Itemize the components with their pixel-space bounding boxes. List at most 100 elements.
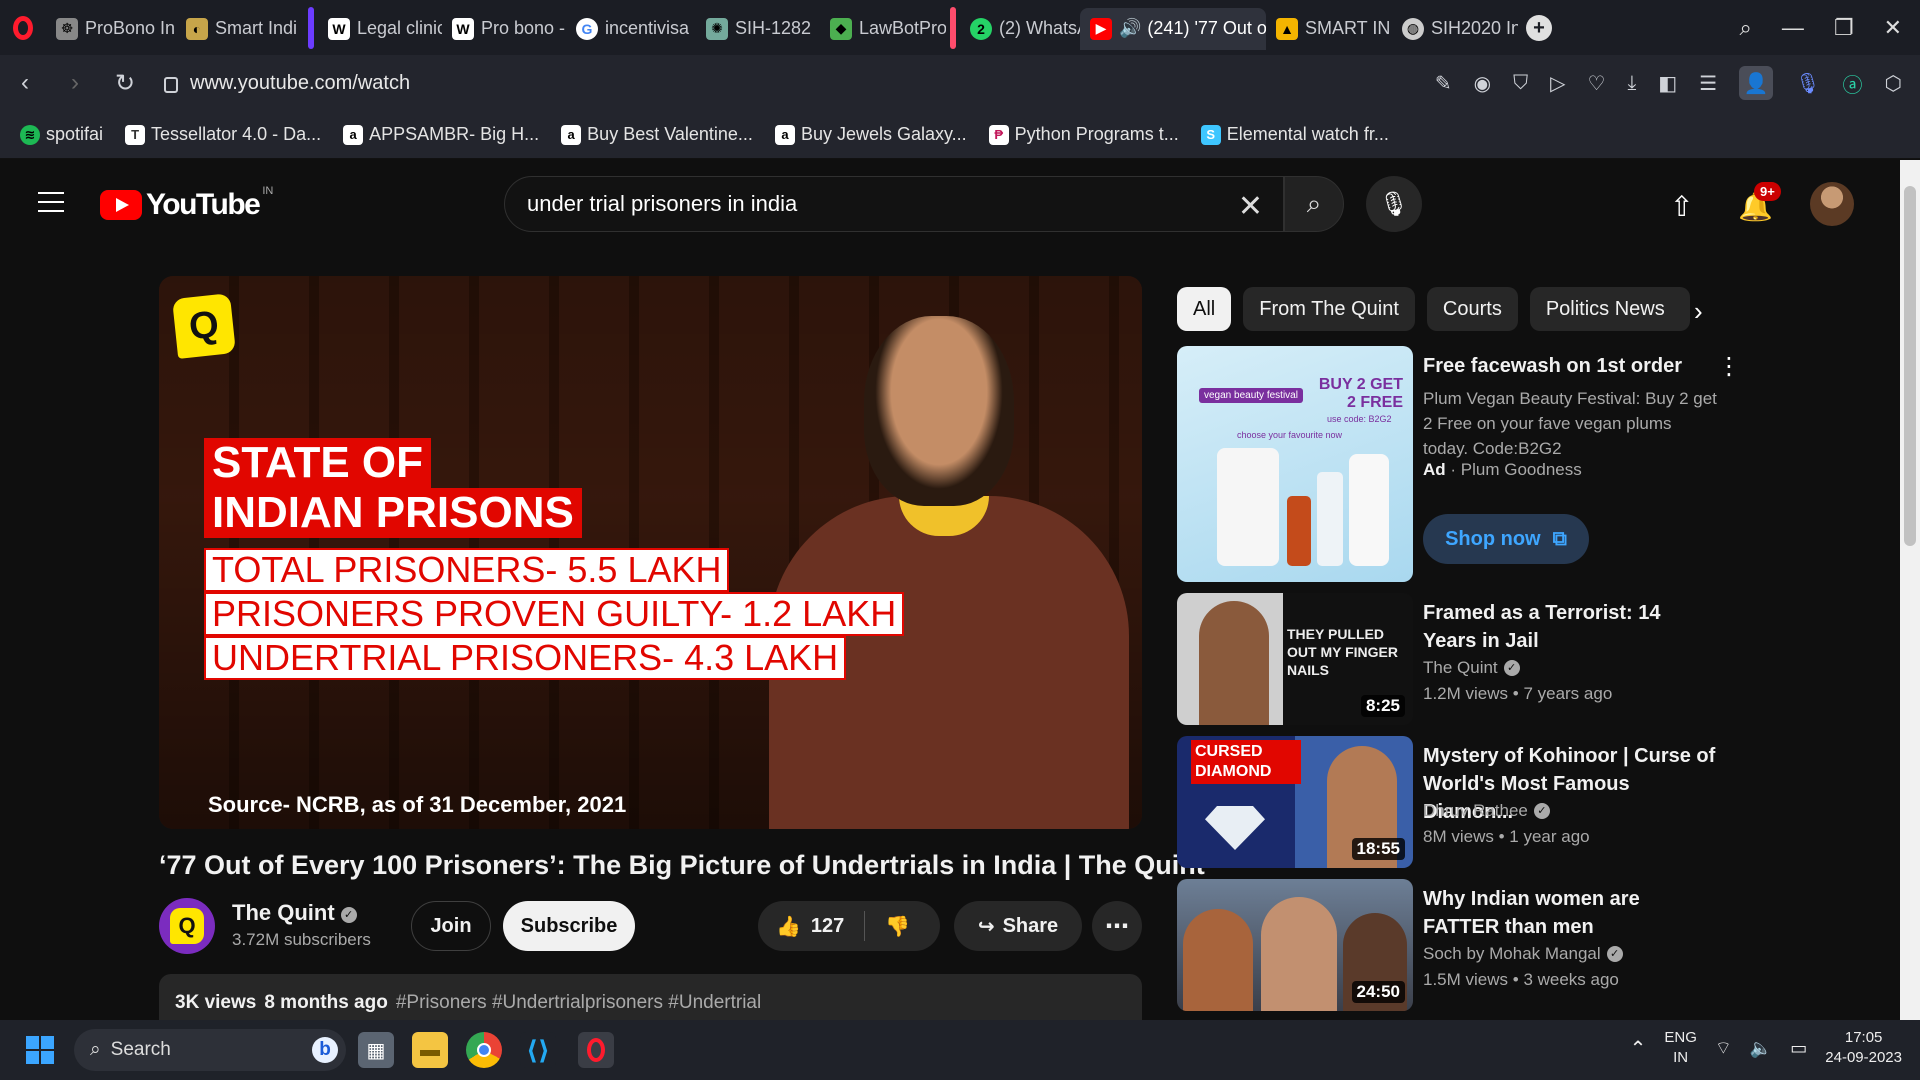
tab-whatsapp[interactable]: 2(2) WhatsA	[960, 8, 1080, 50]
recommended-video[interactable]: 24:50 Why Indian women are FATTER than m…	[1177, 879, 1737, 1011]
video-channel[interactable]: Soch by Mohak Mangal ✓	[1423, 941, 1623, 966]
new-tab-button[interactable]: +	[1526, 14, 1552, 41]
search-button[interactable]: ⌕	[1284, 176, 1344, 232]
bookmark-spotifai[interactable]: ≋ spotifai	[20, 124, 103, 145]
menu-icon[interactable]	[38, 192, 64, 219]
clock[interactable]: 17:05 24-09-2023	[1825, 1028, 1902, 1068]
bing-icon[interactable]: b	[312, 1037, 338, 1063]
extensions-cube-icon[interactable]: ⬡	[1885, 71, 1902, 96]
bookmark-appsambr[interactable]: a APPSAMBR- Big H...	[343, 124, 539, 145]
play-icon[interactable]: ▷	[1550, 71, 1565, 96]
dislike-icon[interactable]: 👎	[885, 914, 910, 939]
voice-search-button[interactable]: 🎙	[1366, 176, 1422, 232]
ad-more-icon[interactable]: ⋮	[1717, 352, 1741, 381]
tab-smart-india[interactable]: ◐ Smart Indi	[176, 8, 304, 50]
bookmark-valentine[interactable]: a Buy Best Valentine...	[561, 124, 753, 145]
more-actions-button[interactable]: ⋯	[1092, 901, 1142, 951]
bookmark-python[interactable]: ₱ Python Programs t...	[988, 124, 1179, 145]
back-button[interactable]: ‹	[0, 69, 50, 97]
close-window-button[interactable]: ✕	[1884, 15, 1902, 41]
video-thumbnail[interactable]: CURSED DIAMOND 18:55	[1177, 736, 1413, 868]
search-input[interactable]: under trial prisoners in india ✕	[504, 176, 1284, 232]
video-thumbnail[interactable]: THEY PULLED OUT MY FINGER NAILS 8:25	[1177, 593, 1413, 725]
video-title-link[interactable]: Why Indian women are FATTER than men	[1423, 885, 1719, 941]
tab-probono[interactable]: ☸ ProBono In	[46, 8, 176, 50]
tab-lawbotpro[interactable]: ◆ LawBotPro	[820, 8, 946, 50]
like-icon[interactable]: 👍	[776, 914, 801, 939]
language-indicator[interactable]: ENG IN	[1664, 1028, 1697, 1068]
overlay-title-line-1: STATE OF	[204, 438, 432, 488]
battery-icon[interactable]: ▭	[1790, 1038, 1807, 1059]
file-explorer-icon[interactable]: ▬	[412, 1032, 448, 1068]
shop-now-button[interactable]: Shop now ⧉	[1423, 514, 1589, 564]
ad-thumbnail[interactable]: vegan beauty festival BUY 2 GET 2 FREE u…	[1177, 346, 1413, 582]
sponsored-ad[interactable]: vegan beauty festival BUY 2 GET 2 FREE u…	[1177, 346, 1741, 582]
share-button[interactable]: ↪ Share	[954, 901, 1082, 951]
like-count[interactable]: 127	[811, 915, 844, 938]
chip-politics-news[interactable]: Politics News	[1529, 287, 1690, 331]
ad-offer-text: BUY 2 GET 2 FREE	[1318, 376, 1403, 411]
vscode-icon[interactable]: ⟨⟩	[520, 1032, 556, 1068]
chips-next-chevron-icon[interactable]: ›	[1694, 296, 1703, 327]
taskbar-search[interactable]: ⌕ Search b	[74, 1029, 346, 1071]
like-divider	[864, 911, 866, 941]
bookmark-jewels[interactable]: a Buy Jewels Galaxy...	[774, 124, 967, 145]
forward-button[interactable]: ›	[50, 69, 100, 97]
minimize-button[interactable]: —	[1782, 15, 1804, 41]
easy-setup-icon[interactable]: ☰	[1699, 71, 1717, 96]
heart-icon[interactable]: ♡	[1588, 71, 1606, 96]
recommended-video[interactable]: CURSED DIAMOND 18:55 Mystery of Kohinoor…	[1177, 736, 1737, 868]
tab-search-icon[interactable]: ⌕	[1740, 15, 1752, 41]
windows-start-icon[interactable]	[26, 1036, 54, 1064]
download-icon[interactable]: ⤓	[1627, 72, 1636, 95]
chip-courts[interactable]: Courts	[1426, 287, 1518, 331]
reload-button[interactable]: ↻	[100, 69, 150, 98]
youtube-logo[interactable]: YouTube IN	[100, 185, 273, 222]
video-title-link[interactable]: Framed as a Terrorist: 14 Years in Jail	[1423, 599, 1719, 655]
restore-button[interactable]: ❐	[1834, 15, 1854, 41]
channel-avatar[interactable]: Q	[159, 898, 215, 954]
upload-icon[interactable]: ⇧	[1670, 190, 1693, 223]
chip-from-the-quint[interactable]: From The Quint	[1243, 287, 1415, 331]
show-hidden-icons-chevron-icon[interactable]: ⌃	[1630, 1036, 1647, 1061]
join-button[interactable]: Join	[411, 901, 491, 951]
channel-name[interactable]: The Quint ✓	[232, 900, 357, 926]
aria-mic-icon[interactable]: 🎙	[1795, 71, 1820, 96]
camera-icon[interactable]: ◉	[1474, 71, 1491, 96]
ad-title[interactable]: Free facewash on 1st order	[1423, 352, 1719, 380]
user-avatar[interactable]	[1810, 182, 1854, 226]
video-channel[interactable]: Dhruv Rathee ✓	[1423, 798, 1550, 823]
video-player[interactable]: Q STATE OF INDIAN PRISONS TOTAL PRISONER…	[159, 276, 1142, 829]
bookmark-tessellator[interactable]: T Tessellator 4.0 - Da...	[125, 124, 321, 145]
subscribe-button[interactable]: Subscribe	[503, 901, 635, 951]
video-channel[interactable]: The Quint ✓	[1423, 655, 1520, 680]
tab-incentivisation[interactable]: Gincentivisa	[566, 8, 696, 50]
video-thumbnail[interactable]: 24:50	[1177, 879, 1413, 1011]
hashtags[interactable]: #Prisoners #Undertrialprisoners #Undertr…	[396, 992, 761, 1013]
chrome-icon[interactable]	[466, 1032, 502, 1068]
description-box[interactable]: 3K views 8 months ago #Prisoners #Undertri…	[159, 974, 1142, 1024]
edit-icon[interactable]: ✎	[1435, 71, 1452, 96]
tab-sih2020[interactable]: ◍ SIH2020 In	[1392, 8, 1518, 50]
chip-all[interactable]: All	[1177, 287, 1232, 331]
recommended-video[interactable]: THEY PULLED OUT MY FINGER NAILS 8:25 Fra…	[1177, 593, 1737, 725]
clear-search-icon[interactable]: ✕	[1238, 189, 1263, 224]
opera-taskbar-icon[interactable]	[578, 1032, 614, 1068]
tab-smart-india-drive[interactable]: ▲ SMART IN	[1266, 8, 1392, 50]
bookmark-elemental[interactable]: S Elemental watch fr...	[1200, 124, 1389, 145]
opera-menu-icon[interactable]	[0, 0, 46, 55]
tab-youtube-active[interactable]: ▶ 🔊 (241) '77 Out o	[1080, 7, 1266, 50]
theme-icon[interactable]: ◧	[1658, 71, 1677, 96]
tab-legal-clinic[interactable]: W Legal clinic	[318, 8, 442, 50]
volume-icon[interactable]: 🔈	[1750, 1038, 1772, 1059]
aria-icon[interactable]: ⓐ	[1843, 69, 1863, 98]
tab-sih-1282[interactable]: ✺ SIH-1282	[696, 8, 820, 50]
shield-icon[interactable]: ⛉	[1513, 72, 1528, 95]
profile-icon[interactable]: 👤	[1739, 66, 1774, 100]
scrollbar-thumb[interactable]	[1904, 186, 1916, 546]
page-scrollbar[interactable]	[1900, 160, 1920, 1020]
calculator-icon[interactable]: ▦	[358, 1032, 394, 1068]
wifi-icon[interactable]: ⌔	[1715, 1037, 1732, 1060]
tab-pro-bono[interactable]: W Pro bono -	[442, 8, 566, 50]
url-field[interactable]: www.youtube.com/watch	[164, 72, 410, 95]
